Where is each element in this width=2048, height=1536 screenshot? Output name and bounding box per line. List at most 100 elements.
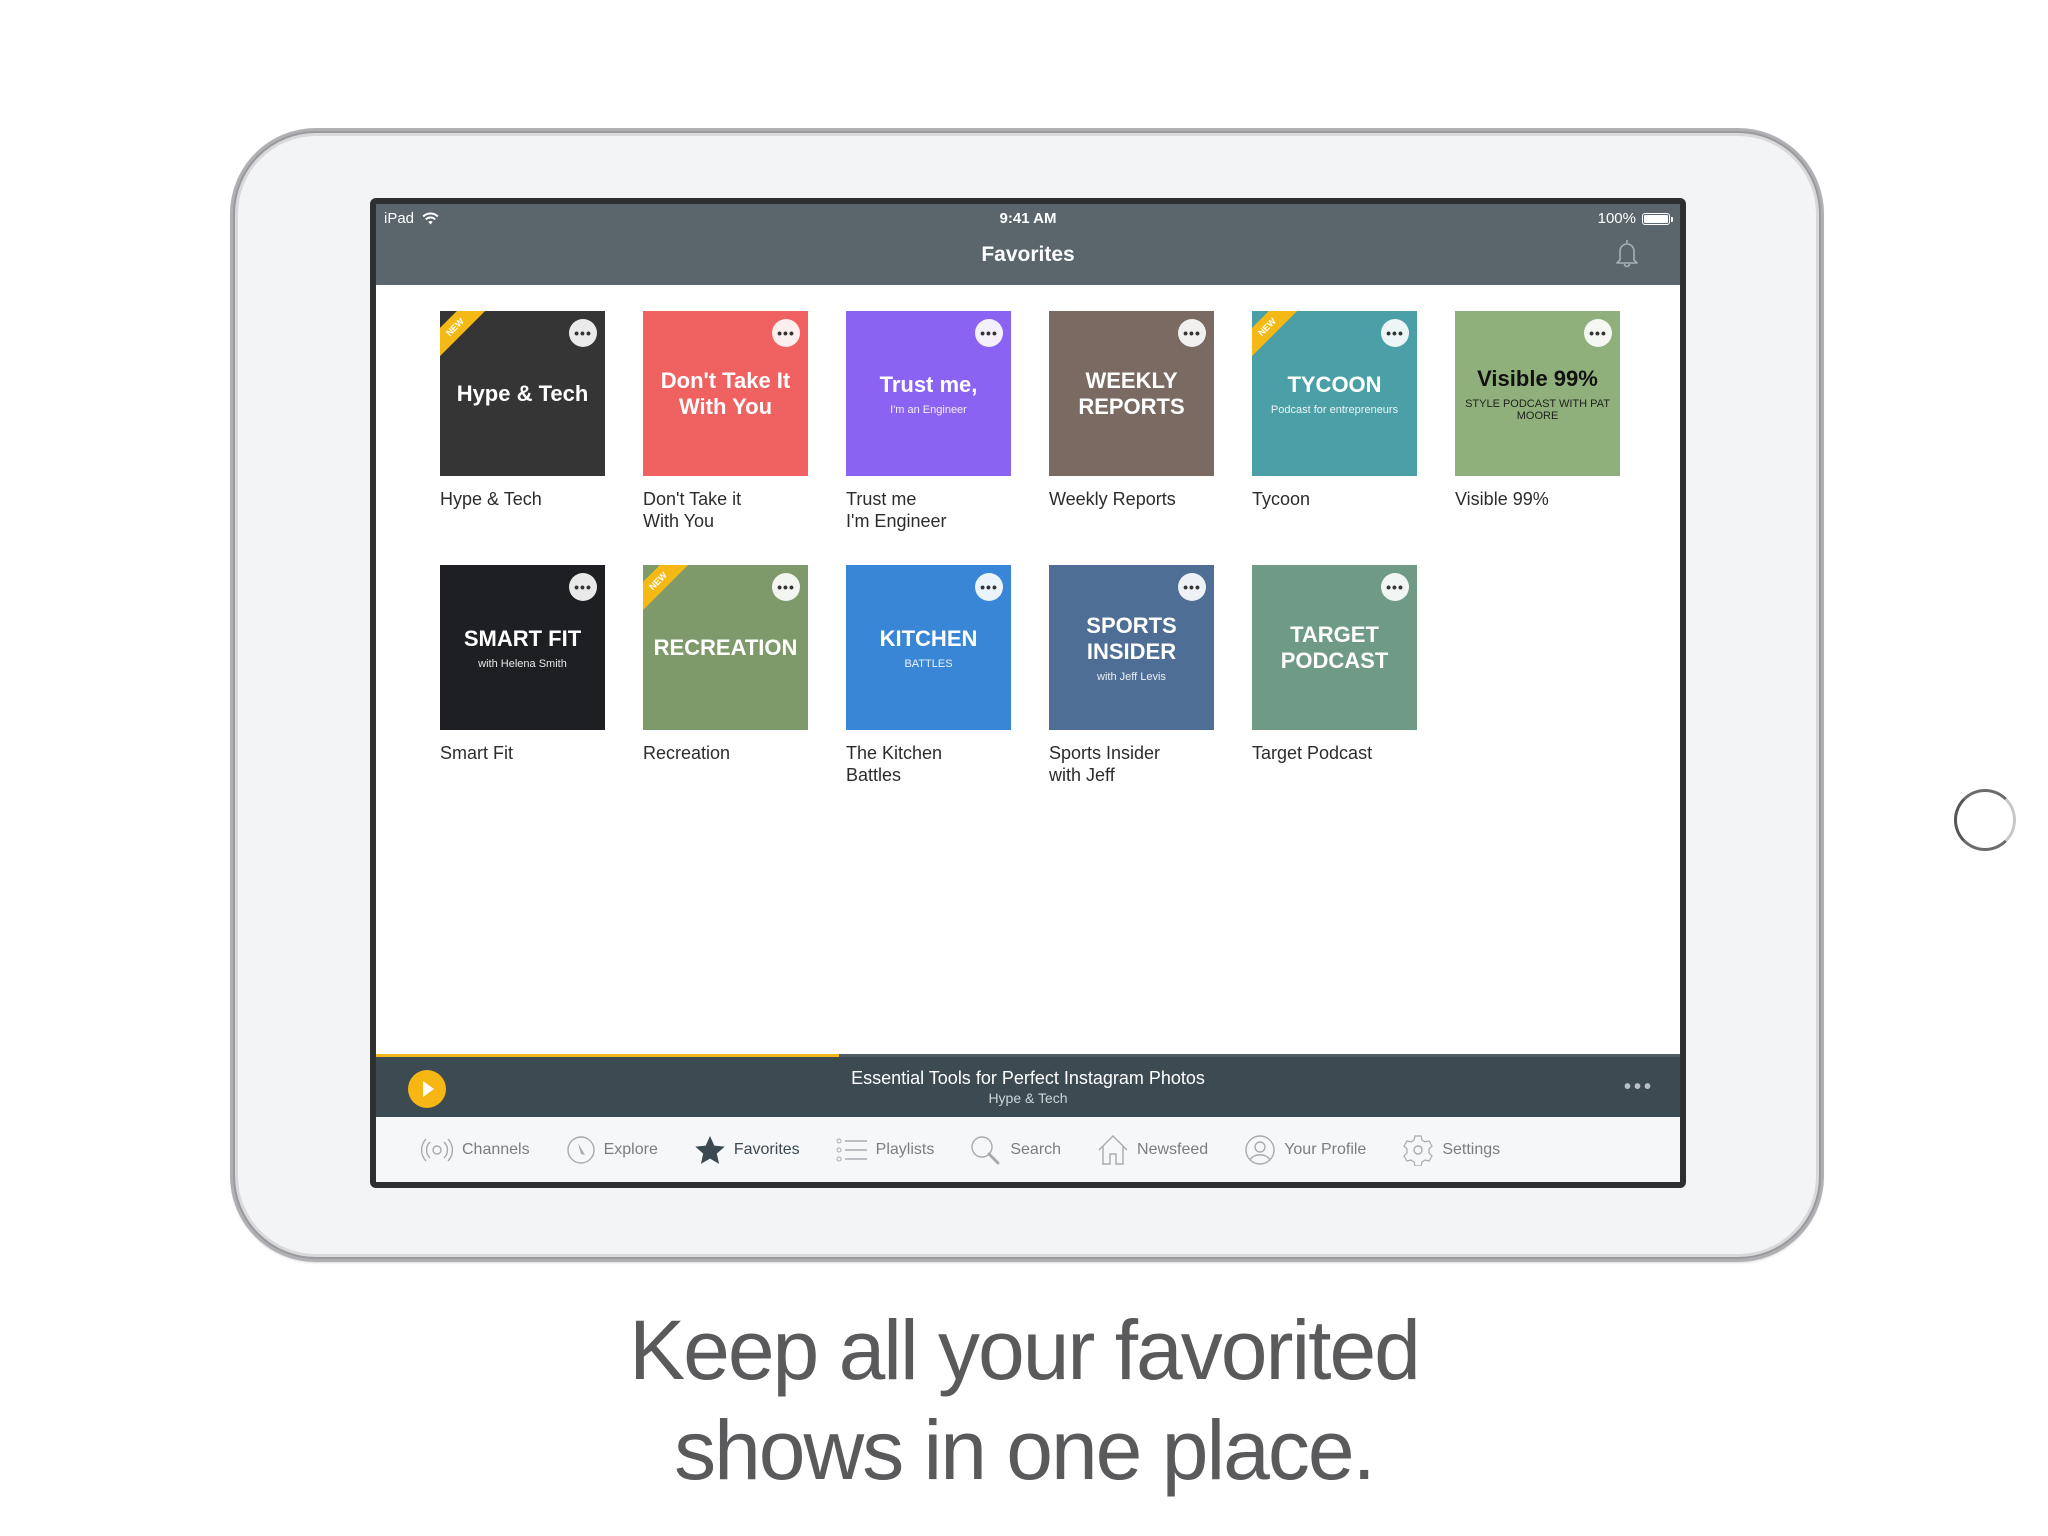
tab-search[interactable]: Search [970, 1135, 1061, 1165]
ipad-screen: iPad 9:41 AM 100% Favorites Hype & Tech N… [370, 198, 1686, 1188]
now-playing-bar[interactable]: Essential Tools for Perfect Instagram Ph… [376, 1054, 1680, 1117]
cover-art-title: Hype & Tech [456, 380, 589, 406]
podcast-cover[interactable]: Hype & Tech NEW ••• [440, 311, 605, 476]
tab-label: Newsfeed [1137, 1140, 1209, 1158]
podcast-cover[interactable]: Visible 99% STYLE PODCAST WITH PAT MOORE •… [1455, 311, 1620, 476]
podcast-cover[interactable]: KITCHEN BATTLES ••• [846, 565, 1011, 730]
cover-art-title: TYCOON [1287, 371, 1382, 397]
home-button[interactable] [1954, 789, 2016, 851]
tab-newsfeed[interactable]: Newsfeed [1097, 1134, 1208, 1166]
podcast-card[interactable]: SPORTS INSIDER with Jeff Levis ••• Sports I… [1049, 565, 1214, 786]
status-time: 9:41 AM [999, 210, 1057, 227]
tab-label: Search [1010, 1140, 1062, 1158]
now-playing-title: Essential Tools for Perfect Instagram Ph… [851, 1068, 1205, 1088]
tab-explore[interactable]: Explore [566, 1135, 658, 1165]
more-options-button[interactable]: ••• [772, 319, 800, 347]
list-icon [836, 1137, 868, 1163]
cover-art-title: WEEKLY REPORTS [1078, 367, 1185, 419]
tab-label: Your Profile [1284, 1140, 1367, 1158]
podcast-cover[interactable]: TARGET PODCAST ••• [1252, 565, 1417, 730]
tab-playlists[interactable]: Playlists [836, 1137, 934, 1163]
podcast-cover[interactable]: SPORTS INSIDER with Jeff Levis ••• [1049, 565, 1214, 730]
tab-label: Channels [462, 1140, 530, 1158]
podcast-cover[interactable]: RECREATION NEW ••• [643, 565, 808, 730]
podcast-title[interactable]: Tycoon [1252, 488, 1417, 510]
cover-art-title: Visible 99% [1477, 365, 1598, 391]
podcast-title[interactable]: Weekly Reports [1049, 488, 1214, 510]
bell-icon[interactable] [1614, 238, 1640, 268]
podcast-title[interactable]: Visible 99% [1455, 488, 1620, 510]
more-options-button[interactable]: ••• [569, 319, 597, 347]
cover-art-subtitle: STYLE PODCAST WITH PAT MOORE [1465, 397, 1610, 422]
podcast-card[interactable]: RECREATION NEW ••• Recreation [643, 565, 808, 764]
more-options-button[interactable]: ••• [975, 319, 1003, 347]
podcast-cover[interactable]: WEEKLY REPORTS ••• [1049, 311, 1214, 476]
cover-art-title: RECREATION [653, 634, 798, 660]
podcast-title[interactable]: Sports Insider with Jeff [1049, 742, 1214, 786]
podcast-title[interactable]: Hype & Tech [440, 488, 605, 510]
battery-icon [1642, 212, 1673, 225]
battery-percent: 100% [1597, 210, 1636, 227]
podcast-card[interactable]: SMART FIT with Helena Smith ••• Smart Fit [440, 565, 605, 764]
search-icon [970, 1135, 1002, 1165]
cover-art-subtitle: Podcast for entrepreneurs [1270, 403, 1399, 416]
cover-art-title: SPORTS INSIDER [1086, 612, 1177, 664]
podcast-card[interactable]: WEEKLY REPORTS ••• Weekly Reports [1049, 311, 1214, 510]
caption-line-1: Keep all your favorited [629, 1303, 1421, 1397]
tab-settings[interactable]: Settings [1402, 1134, 1500, 1166]
more-options-button[interactable]: ••• [1178, 573, 1206, 601]
cover-art-subtitle: with Helena Smith [478, 657, 567, 670]
podcast-title[interactable]: Smart Fit [440, 742, 605, 764]
podcast-card[interactable]: KITCHEN BATTLES ••• The Kitchen Battles [846, 565, 1011, 786]
tab-channels[interactable]: Channels [420, 1137, 530, 1163]
progress-fill [376, 1054, 839, 1057]
podcast-cover[interactable]: Trust me, I'm an Engineer ••• [846, 311, 1011, 476]
now-playing-show: Hype & Tech [988, 1090, 1068, 1106]
cover-art-title: Don't Take It With You [660, 367, 791, 419]
caption-line-2: shows in one place. [674, 1403, 1376, 1497]
podcast-card[interactable]: Don't Take It With You ••• Don't Take it W… [643, 311, 808, 532]
page-title: Favorites [981, 243, 1075, 266]
progress-track[interactable] [376, 1054, 1680, 1057]
star-icon [694, 1135, 726, 1165]
tab-label: Explore [603, 1140, 658, 1158]
home-icon [1097, 1134, 1129, 1166]
compass-icon [566, 1135, 596, 1165]
more-options-button[interactable]: ••• [1381, 573, 1409, 601]
profile-icon [1244, 1134, 1276, 1166]
cover-art-title: Trust me, [879, 371, 978, 397]
cover-art-subtitle: with Jeff Levis [1097, 670, 1166, 683]
marketing-caption: Keep all your favorited shows in one pla… [0, 1300, 2048, 1500]
podcast-cover[interactable]: Don't Take It With You ••• [643, 311, 808, 476]
more-options-button[interactable]: ••• [975, 573, 1003, 601]
more-options-button[interactable]: ••• [1178, 319, 1206, 347]
tab-bar: Channels Explore Favorites Playlists Search N… [376, 1117, 1680, 1182]
cover-art-subtitle: BATTLES [904, 657, 953, 670]
more-options-button[interactable]: ••• [772, 573, 800, 601]
more-options-button[interactable]: ••• [1381, 319, 1409, 347]
more-options-button[interactable]: ••• [1584, 319, 1612, 347]
tab-label: Favorites [733, 1140, 800, 1158]
cover-art-title: TARGET PODCAST [1280, 621, 1389, 673]
tab-your-profile[interactable]: Your Profile [1244, 1134, 1366, 1166]
podcast-card[interactable]: TARGET PODCAST ••• Target Podcast [1252, 565, 1417, 764]
podcast-title[interactable]: Target Podcast [1252, 742, 1417, 764]
more-options-button[interactable]: ••• [1624, 1076, 1654, 1099]
more-options-button[interactable]: ••• [569, 573, 597, 601]
podcast-card[interactable]: Trust me, I'm an Engineer ••• Trust me I'm … [846, 311, 1011, 532]
podcast-title[interactable]: Recreation [643, 742, 808, 764]
broadcast-icon [420, 1137, 454, 1163]
cover-art-subtitle: I'm an Engineer [890, 403, 967, 416]
podcast-title[interactable]: Don't Take it With You [643, 488, 808, 532]
podcast-card[interactable]: Hype & Tech NEW ••• Hype & Tech [440, 311, 605, 510]
app-display: iPad 9:41 AM 100% Favorites Hype & Tech N… [376, 204, 1680, 1182]
podcast-cover[interactable]: SMART FIT with Helena Smith ••• [440, 565, 605, 730]
tab-favorites[interactable]: Favorites [694, 1135, 800, 1165]
status-bar: iPad 9:41 AM 100% [376, 204, 1680, 232]
podcast-card[interactable]: TYCOON Podcast for entrepreneurs NEW ••• Tyc… [1252, 311, 1417, 510]
podcast-card[interactable]: Visible 99% STYLE PODCAST WITH PAT MOORE •… [1455, 311, 1620, 510]
podcast-cover[interactable]: TYCOON Podcast for entrepreneurs NEW ••• [1252, 311, 1417, 476]
podcast-title[interactable]: The Kitchen Battles [846, 742, 1011, 786]
cover-art-title: KITCHEN [879, 625, 978, 651]
podcast-title[interactable]: Trust me I'm Engineer [846, 488, 1011, 532]
